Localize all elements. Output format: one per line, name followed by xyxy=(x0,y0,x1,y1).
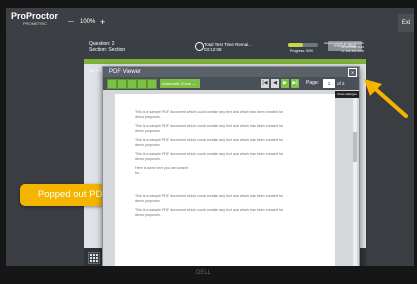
app-topbar: ProProctor PROMETRIC — 100% + Exi xyxy=(6,8,414,38)
pdf-paragraph: This is a sample PDF document which coul… xyxy=(135,194,284,203)
pdf-paragraph: This is a sample PDF document which coul… xyxy=(135,152,284,161)
exam-header: Question: 2 Section: Section Total Test … xyxy=(84,38,366,59)
logo-text: ProProctor xyxy=(11,11,59,21)
pdf-viewer-title: PDF Viewer xyxy=(109,69,141,75)
logo-subtext: PROMETRIC xyxy=(23,21,47,26)
progress-bar xyxy=(288,43,318,47)
pdf-paragraph: This is a sample PDF document which coul… xyxy=(135,208,284,217)
pdf-scrollbar[interactable] xyxy=(353,92,357,266)
pdf-paragraph: This is a sample PDF document which coul… xyxy=(135,138,284,147)
page-label: Page: xyxy=(306,80,320,86)
question-info: Question: 2 Section: Section xyxy=(89,41,125,53)
sidebar-toggle-icon[interactable] xyxy=(107,79,117,89)
exit-button[interactable]: Exi xyxy=(398,14,414,32)
pdf-page: This is a sample PDF document which coul… xyxy=(115,94,335,266)
proproctor-logo: ProProctor PROMETRIC xyxy=(11,11,59,27)
page-count: of 2 xyxy=(337,81,345,86)
test-name-bar: Test: ProProctorSystemCheckTest xyxy=(84,59,366,73)
dell-logo: DELL xyxy=(196,270,212,276)
question-grid-button[interactable] xyxy=(88,252,100,264)
progress-fill xyxy=(288,43,303,47)
zoom-select[interactable]: Automatic Zoom ⌄ xyxy=(160,79,200,88)
zoom-level: 100% xyxy=(80,19,96,25)
pdf-paragraph: This is a sample PDF document which coul… xyxy=(135,110,284,119)
pdf-document-area[interactable]: This is a sample PDF document which coul… xyxy=(103,90,359,266)
next-page-button[interactable]: ▶ xyxy=(281,79,289,88)
pdf-viewer-window: PDF Viewer Automatic Zoom ⌄ |◀ ◀ ▶ ▶| Pa… xyxy=(102,66,360,266)
timer: Total Test Time Remai... 03:12:08 xyxy=(195,42,252,52)
pdf-paragraph: Here is some text you can search for... xyxy=(135,166,189,175)
timer-value: 03:12:08 xyxy=(204,47,222,52)
search-icon[interactable] xyxy=(117,79,127,89)
scroll-thumb[interactable] xyxy=(353,132,357,162)
pdf-toolbar: Automatic Zoom ⌄ |◀ ◀ ▶ ▶| Page: 1 of 2 xyxy=(103,77,359,90)
contact-phone-2: +1 443-455-8000 xyxy=(341,49,364,53)
pdf-viewer-titlebar[interactable]: PDF Viewer xyxy=(103,67,359,77)
zoom-out-button[interactable]: — xyxy=(68,17,74,28)
zoom-out-icon[interactable] xyxy=(127,79,137,89)
section-name: Section: Section xyxy=(89,47,126,53)
annotation-arrow-icon xyxy=(364,79,408,118)
page-number-input[interactable]: 1 xyxy=(323,79,335,88)
zoom-in-icon[interactable] xyxy=(137,79,147,89)
clock-icon xyxy=(195,42,204,51)
first-page-button[interactable]: |◀ xyxy=(261,79,269,88)
zoom-in-button[interactable]: + xyxy=(100,17,105,28)
minus-icon[interactable] xyxy=(147,79,157,89)
progress-label: Progress: 50% xyxy=(290,49,313,53)
screen: ProProctor PROMETRIC — 100% + Exi Questi… xyxy=(6,8,414,266)
close-dialogue-tooltip: Close dialogue xyxy=(335,91,359,98)
zoom-control: — 100% + xyxy=(68,17,110,28)
pdf-paragraph: This is a sample PDF document which coul… xyxy=(135,124,284,133)
popout-close-icon[interactable]: ✕ xyxy=(348,68,357,77)
last-page-button[interactable]: ▶| xyxy=(291,79,299,88)
monitor-bezel: ProProctor PROMETRIC — 100% + Exi Questi… xyxy=(0,0,417,284)
contact-info: help.prometric.com/proproctor +1 855-208… xyxy=(324,41,364,53)
prev-page-button[interactable]: ◀ xyxy=(271,79,279,88)
